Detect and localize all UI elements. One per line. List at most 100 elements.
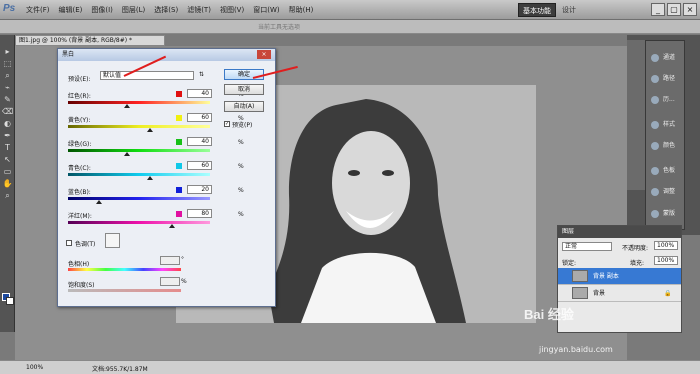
magenta-label: 洋红(M): bbox=[68, 213, 92, 220]
hue-slider[interactable] bbox=[68, 268, 181, 271]
menu-item-help[interactable]: 帮助(H) bbox=[289, 5, 314, 15]
menu-item-layer[interactable]: 图层(L) bbox=[122, 5, 145, 15]
cancel-button[interactable]: 取消 bbox=[224, 84, 264, 95]
cyan-percent: % bbox=[238, 163, 244, 170]
pen-tool-icon[interactable]: ✒ bbox=[2, 131, 13, 141]
docked-panels: 通道 路径 历... 样式 颜色 色板 调整 蒙版 bbox=[645, 40, 685, 230]
dodge-tool-icon[interactable]: ◐ bbox=[2, 119, 13, 129]
layer-row-background[interactable]: 背景 🔒 bbox=[558, 285, 681, 302]
eraser-tool-icon[interactable]: ⌫ bbox=[2, 107, 13, 117]
saturation-value[interactable] bbox=[160, 277, 180, 286]
red-slider[interactable] bbox=[68, 101, 210, 104]
menu-item-file[interactable]: 文件(F) bbox=[26, 5, 50, 15]
saturation-slider[interactable] bbox=[68, 289, 181, 292]
zoom-tool-icon[interactable]: ⌕ bbox=[2, 191, 13, 201]
history-panel-tab[interactable]: 历... bbox=[648, 91, 684, 109]
green-swatch bbox=[176, 139, 182, 145]
background-color[interactable] bbox=[6, 297, 14, 305]
panel-icon-strip bbox=[627, 40, 645, 190]
preview-label: 预览(P) bbox=[232, 122, 253, 129]
auto-button[interactable]: 自动(A) bbox=[224, 101, 264, 112]
menu-item-image[interactable]: 图像(I) bbox=[91, 5, 113, 15]
path-select-tool-icon[interactable]: ↖ bbox=[2, 155, 13, 165]
layer-row-background-copy[interactable]: 背景 副本 bbox=[558, 268, 681, 285]
menu-item-filter[interactable]: 滤镜(T) bbox=[187, 5, 211, 15]
preset-select[interactable]: 默认值 bbox=[100, 71, 194, 80]
color-icon bbox=[651, 142, 659, 150]
hue-unit: ° bbox=[181, 256, 184, 263]
design-workspace-link[interactable]: 设计 bbox=[562, 5, 576, 15]
blue-slider[interactable] bbox=[68, 197, 210, 200]
blue-value[interactable]: 20 bbox=[187, 185, 212, 194]
move-tool-icon[interactable]: ▸ bbox=[2, 47, 13, 57]
tint-color-swatch[interactable] bbox=[105, 233, 120, 248]
preset-menu-icon[interactable]: ⇅ bbox=[199, 71, 204, 78]
cyan-slider[interactable] bbox=[68, 173, 210, 176]
paths-panel-tab[interactable]: 路径 bbox=[648, 70, 684, 88]
adjustments-panel-tab[interactable]: 调整 bbox=[648, 183, 684, 201]
swatches-icon bbox=[651, 167, 659, 175]
green-value[interactable]: 40 bbox=[187, 137, 212, 146]
channels-panel-tab[interactable]: 通道 bbox=[648, 49, 684, 67]
fill-input[interactable]: 100% bbox=[654, 256, 678, 265]
masks-panel-tab[interactable]: 蒙版 bbox=[648, 205, 684, 223]
yellow-value[interactable]: 60 bbox=[187, 113, 212, 122]
styles-icon bbox=[651, 121, 659, 129]
magenta-value[interactable]: 80 bbox=[187, 209, 212, 218]
menu-item-window[interactable]: 窗口(W) bbox=[253, 5, 279, 15]
hue-value[interactable] bbox=[160, 256, 180, 265]
document-tab[interactable]: 图1.jpg @ 100% (背景 副本, RGB/8#) * bbox=[15, 35, 165, 46]
layers-panel-title: 图层 bbox=[558, 226, 681, 238]
color-panel-tab[interactable]: 颜色 bbox=[648, 137, 684, 155]
main-menu: 文件(F) 编辑(E) 图像(I) 图层(L) 选择(S) 滤镜(T) 视图(V… bbox=[26, 5, 313, 15]
green-slider-thumb[interactable] bbox=[124, 152, 130, 156]
menu-item-select[interactable]: 选择(S) bbox=[154, 5, 178, 15]
lock-icon: 🔒 bbox=[664, 290, 672, 297]
maximize-button[interactable]: ▢ bbox=[667, 3, 681, 16]
dialog-close-button[interactable]: × bbox=[257, 50, 271, 59]
blend-mode-select[interactable]: 正常 bbox=[562, 242, 612, 251]
green-percent: % bbox=[238, 139, 244, 146]
lasso-tool-icon[interactable]: ⌕ bbox=[2, 71, 13, 81]
red-value[interactable]: 40 bbox=[187, 89, 212, 98]
styles-panel-tab[interactable]: 样式 bbox=[648, 116, 684, 134]
menu-item-view[interactable]: 视图(V) bbox=[220, 5, 244, 15]
layer-thumbnail bbox=[572, 287, 588, 299]
menu-bar: Ps 文件(F) 编辑(E) 图像(I) 图层(L) 选择(S) 滤镜(T) 视… bbox=[0, 0, 700, 20]
baidu-watermark-logo: Bai 经验 bbox=[524, 307, 574, 322]
swatches-panel-tab[interactable]: 色板 bbox=[648, 162, 684, 180]
history-icon bbox=[651, 96, 659, 104]
red-label: 红色(R): bbox=[68, 93, 91, 100]
minimize-button[interactable]: _ bbox=[651, 3, 665, 16]
yellow-swatch bbox=[176, 115, 182, 121]
blue-slider-thumb[interactable] bbox=[96, 200, 102, 204]
shape-tool-icon[interactable]: ▭ bbox=[2, 167, 13, 177]
green-slider[interactable] bbox=[68, 149, 210, 152]
cyan-value[interactable]: 60 bbox=[187, 161, 212, 170]
workspace-button[interactable]: 基本功能 bbox=[518, 3, 556, 17]
menu-item-edit[interactable]: 编辑(E) bbox=[59, 5, 83, 15]
cyan-slider-thumb[interactable] bbox=[147, 176, 153, 180]
blue-swatch bbox=[176, 187, 182, 193]
hand-tool-icon[interactable]: ✋ bbox=[2, 179, 13, 189]
zoom-readout[interactable]: 100% bbox=[26, 364, 43, 371]
layers-panel: 图层 正常 不透明度: 100% 锁定: 填充: 100% 背景 副本 背景 🔒 bbox=[557, 225, 682, 333]
text-tool-icon[interactable]: T bbox=[2, 143, 13, 153]
saturation-unit: % bbox=[181, 278, 187, 285]
quick-select-tool-icon[interactable]: ⌁ bbox=[2, 83, 13, 93]
opacity-input[interactable]: 100% bbox=[654, 241, 678, 250]
magenta-slider[interactable] bbox=[68, 221, 210, 224]
adjustments-icon bbox=[651, 188, 659, 196]
tools-panel: ▸ ⬚ ⌕ ⌁ ✎ ⌫ ◐ ✒ T ↖ ▭ ✋ ⌕ bbox=[0, 35, 15, 332]
red-slider-thumb[interactable] bbox=[124, 104, 130, 108]
close-button[interactable]: × bbox=[683, 3, 697, 16]
blue-percent: % bbox=[238, 187, 244, 194]
yellow-slider[interactable] bbox=[68, 125, 210, 128]
yellow-slider-thumb[interactable] bbox=[147, 128, 153, 132]
tint-checkbox[interactable] bbox=[66, 240, 72, 246]
brush-tool-icon[interactable]: ✎ bbox=[2, 95, 13, 105]
magenta-slider-thumb[interactable] bbox=[169, 224, 175, 228]
preview-checkbox[interactable]: ✓ bbox=[224, 121, 230, 127]
marquee-tool-icon[interactable]: ⬚ bbox=[2, 59, 13, 69]
magenta-swatch bbox=[176, 211, 182, 217]
